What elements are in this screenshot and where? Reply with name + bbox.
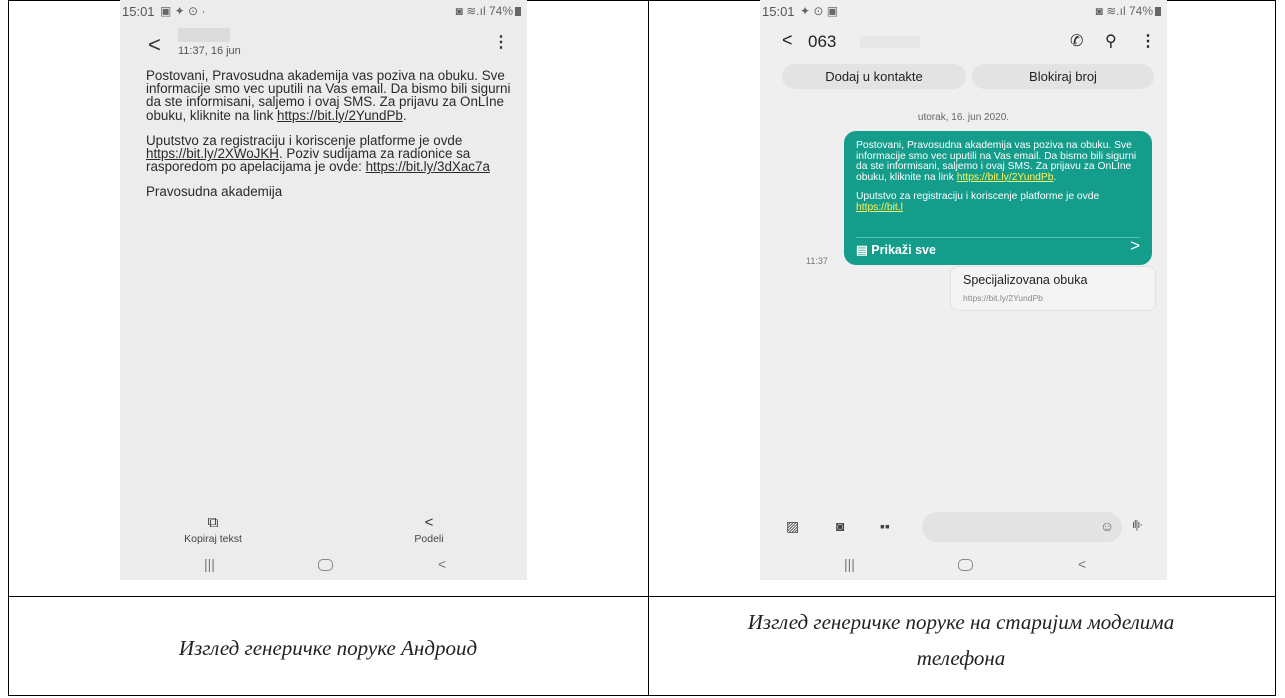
voice-icon[interactable]: ıl|ı· xyxy=(1132,519,1143,531)
preview-url: https://bit.ly/2YundPb xyxy=(963,293,1043,303)
status-right: ◙ ≋.ıl 74% xyxy=(1096,4,1161,18)
link-schedule[interactable]: https://bit.ly/3dXac7a xyxy=(366,159,490,174)
message-paragraph: Postovani, Pravosudna akademija vas pozi… xyxy=(146,69,516,122)
copy-icon: ⧉ xyxy=(207,514,219,531)
table-border-row xyxy=(8,596,1276,597)
number-redacted xyxy=(860,36,920,48)
share-label: Podeli xyxy=(414,533,444,545)
caption-left: Изглед генеричке поруке Андроид xyxy=(178,636,478,660)
sticker-icon[interactable]: ☺ xyxy=(1100,518,1114,534)
battery-icon xyxy=(1155,7,1161,16)
navigation-bar: ||| < xyxy=(120,556,527,576)
recent-apps-icon[interactable]: ||| xyxy=(204,556,215,572)
battery-icon xyxy=(515,7,521,16)
caption-right: Изглед генеричке поруке на старијим моде… xyxy=(650,604,1272,676)
copy-text-button[interactable]: ⧉ Kopiraj tekst xyxy=(170,514,256,545)
notification-icons: ✦ ⊙ ▣ xyxy=(800,4,839,18)
status-bar: 15:01 ✦ ⊙ ▣ ◙ ≋.ıl 74% xyxy=(760,4,1167,20)
battery-level: 74% xyxy=(488,4,513,18)
search-icon[interactable]: ⚲ xyxy=(1105,31,1117,51)
link-registration[interactable]: https://bit.ly/2YundPb xyxy=(957,172,1054,183)
table-border-left xyxy=(8,0,9,696)
nav-back-icon[interactable]: < xyxy=(438,556,446,572)
block-number-button[interactable]: Blokiraj broj xyxy=(972,64,1154,89)
back-icon[interactable]: < xyxy=(148,32,161,58)
status-time: 15:01 xyxy=(762,4,795,19)
call-icon[interactable]: ✆ xyxy=(1070,31,1083,51)
back-icon[interactable]: < xyxy=(782,30,793,51)
share-icon: < xyxy=(424,514,434,531)
table-border-right xyxy=(1275,0,1276,696)
nav-back-icon[interactable]: < xyxy=(1078,556,1086,572)
gallery-icon[interactable]: ▨ xyxy=(786,518,799,535)
status-right: ◙ ≋.ıl 74% xyxy=(456,4,521,18)
text: Uputstvo za registraciju i koriscenje pl… xyxy=(856,191,1100,203)
apps-icon[interactable]: ▪▪ xyxy=(880,518,890,534)
caption-right-line1: Изглед генеричке поруке на старијим моде… xyxy=(747,610,1175,634)
date-divider: utorak, 16. jun 2020. xyxy=(917,112,1010,123)
message-signature: Pravosudna akademija xyxy=(146,184,283,200)
text: . xyxy=(1053,171,1057,183)
notification-icons: ▣ ✦ ⊙ · xyxy=(160,4,206,18)
copy-text-label: Kopiraj tekst xyxy=(184,533,242,545)
recent-apps-icon[interactable]: ||| xyxy=(844,556,855,572)
message-paragraph: Uputstvo za registraciju i koriscenje pl… xyxy=(146,134,516,174)
android-message-screenshot: 15:01 ▣ ✦ ⊙ · ◙ ≋.ıl 74% < 11:37, 16 jun… xyxy=(120,0,527,580)
show-all-label: Prikaži sve xyxy=(871,243,936,257)
message-time: 11:37, 16 jun xyxy=(178,45,241,57)
message-bubble: Postovani, Pravosudna akademija vas pozi… xyxy=(844,131,1152,265)
message-paragraph: Uputstvo za registraciju i koriscenje pl… xyxy=(856,192,1146,213)
preview-title: Specijalizovana obuka xyxy=(963,273,1088,287)
message-input[interactable] xyxy=(922,512,1122,542)
bubble-text: Postovani, Pravosudna akademija vas pozi… xyxy=(856,140,1146,223)
text: . xyxy=(402,107,407,123)
sender-redacted xyxy=(178,28,230,42)
table-border-middle xyxy=(648,0,649,696)
add-contact-button[interactable]: Dodaj u kontakte xyxy=(782,64,966,89)
message-time: 11:37 xyxy=(806,256,828,266)
older-phone-screenshot: 15:01 ✦ ⊙ ▣ ◙ ≋.ıl 74% < 063 ✆ ⚲ ⋮ Dodaj… xyxy=(760,0,1167,580)
chevron-right-icon[interactable]: > xyxy=(1130,237,1140,253)
document-icon: ▤ xyxy=(856,243,868,257)
more-options-icon[interactable]: ⋮ xyxy=(1140,31,1156,51)
bubble-divider xyxy=(856,237,1140,238)
share-button[interactable]: < Podeli xyxy=(404,514,454,545)
link-instructions[interactable]: https://bit.l xyxy=(856,202,903,213)
camera-icon[interactable]: ◙ xyxy=(836,518,844,534)
more-options-icon[interactable]: ⋮ xyxy=(493,32,509,52)
link-registration[interactable]: https://bit.ly/2YundPb xyxy=(277,108,403,123)
link-preview-card[interactable]: Specijalizovana obuka https://bit.ly/2Yu… xyxy=(950,266,1156,311)
message-body: Postovani, Pravosudna akademija vas pozi… xyxy=(146,69,516,211)
show-all-button[interactable]: ▤ Prikaži sve xyxy=(856,243,936,257)
status-bar: 15:01 ▣ ✦ ⊙ · ◙ ≋.ıl 74% xyxy=(120,4,527,20)
table-border-bottom xyxy=(8,695,1276,696)
status-time: 15:01 xyxy=(122,4,155,19)
message-paragraph: Postovani, Pravosudna akademija vas pozi… xyxy=(856,140,1146,183)
battery-level: 74% xyxy=(1128,4,1153,18)
caption-right-line2: телефона xyxy=(916,646,1006,670)
navigation-bar: ||| < xyxy=(760,556,1167,576)
contact-number: 063 xyxy=(808,32,837,51)
